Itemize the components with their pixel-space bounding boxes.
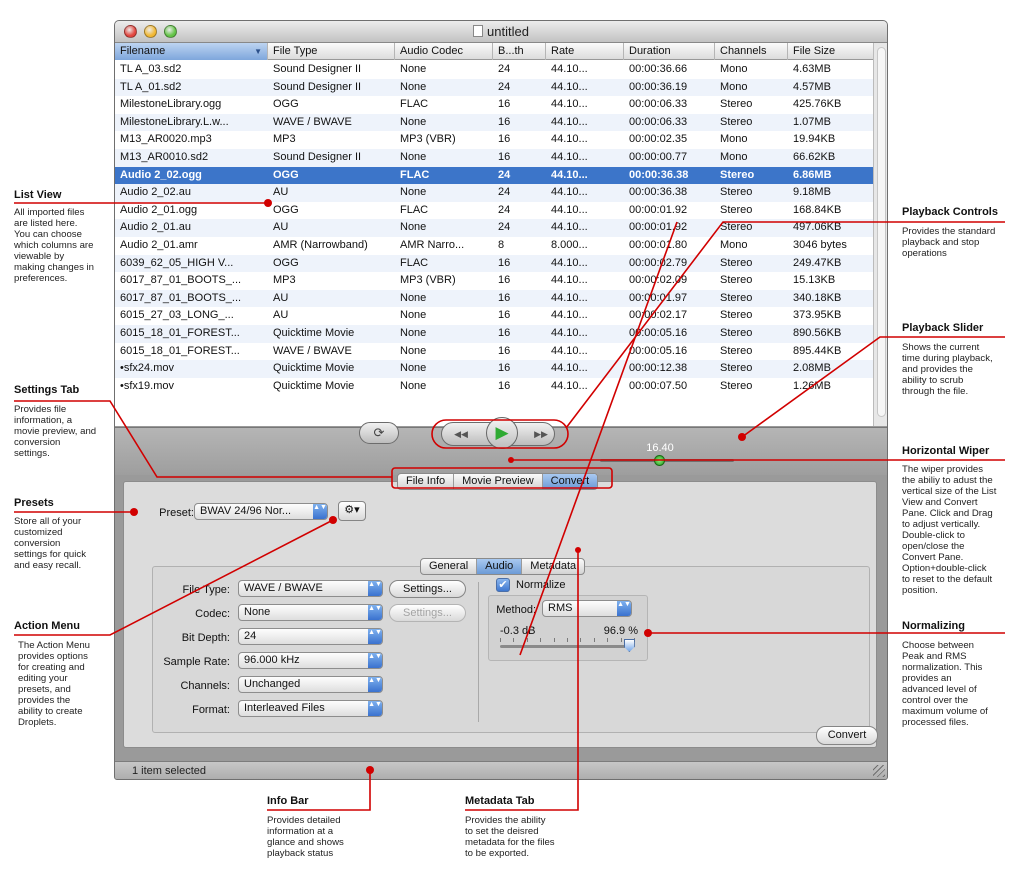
callout-dot-playback-slider [738, 433, 746, 441]
callout-dot-presets [130, 508, 138, 516]
callout-box-transport [431, 419, 569, 449]
callout-line-playback-controls [565, 221, 1005, 429]
callout-line-action-menu [14, 519, 334, 636]
callout-dot-info-bar [366, 766, 374, 774]
callout-dot-action-menu [329, 516, 337, 524]
callout-dot-metadata [575, 547, 581, 553]
callout-line-info-bar [267, 770, 371, 811]
callout-dot-list-view [264, 199, 272, 207]
callout-line-settings-tab [14, 400, 392, 478]
callout-line-playback-controls-2 [519, 221, 678, 656]
callout-box-settings-tab [391, 467, 613, 489]
callout-line-playback-slider [741, 336, 1005, 438]
callout-layer [14, 199, 1005, 811]
callout-line-metadata-tab [465, 550, 579, 811]
callout-dot-wiper [508, 457, 514, 463]
callout-dot-normalizing [644, 629, 652, 637]
